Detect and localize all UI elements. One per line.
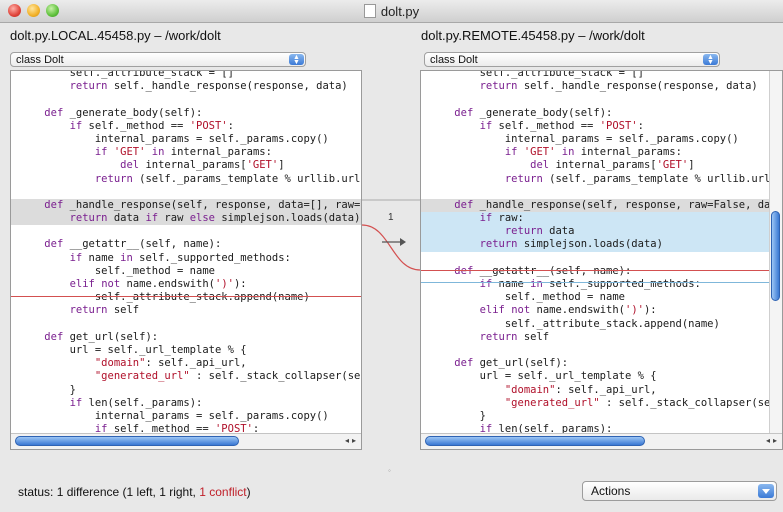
left-code-line[interactable]: if name in self._supported_methods: <box>11 252 361 265</box>
right-code-line[interactable] <box>421 186 782 199</box>
right-code-line[interactable]: "generated_url" : self._stack_collapser(… <box>421 397 782 410</box>
left-code-line[interactable] <box>11 186 361 199</box>
right-scope-value: class Dolt <box>430 54 478 66</box>
left-code-line[interactable]: def __getattr__(self, name): <box>11 238 361 251</box>
right-code-line[interactable]: return (self._params_template % urllib.u… <box>421 173 782 186</box>
right-hscroll-arrows[interactable]: ◂▸ <box>766 436 780 445</box>
left-code-line[interactable] <box>11 318 361 331</box>
right-code-pane[interactable]: self._attribute_stack = [] return self._… <box>420 70 783 450</box>
left-code-pane[interactable]: self._attribute_stack = [] return self._… <box>10 70 362 450</box>
status-bar: status: 1 difference (1 left, 1 right, 1… <box>18 485 251 499</box>
right-hscroll-thumb[interactable] <box>425 436 645 446</box>
left-file-label: dolt.py.LOCAL.45458.py – /work/dolt <box>10 28 221 43</box>
left-scope-stepper-icon[interactable]: ▲ ▼ <box>289 54 304 66</box>
right-code-line[interactable]: if name in self._supported_methods: <box>421 278 782 291</box>
right-scope-stepper-icon[interactable]: ▲ ▼ <box>703 54 718 66</box>
chevron-down-icon[interactable] <box>758 484 774 498</box>
right-code-line[interactable] <box>421 344 782 357</box>
right-code-line[interactable]: url = self._url_template % { <box>421 370 782 383</box>
right-code-line[interactable]: } <box>421 410 782 423</box>
left-code-line[interactable]: return data if raw else simplejson.loads… <box>11 212 361 226</box>
status-summary: 1 difference (1 left, 1 right, <box>56 485 196 499</box>
left-diff-bottom-line <box>11 296 361 297</box>
right-code-line[interactable]: return self <box>421 331 782 344</box>
left-code-line[interactable]: self._method = name <box>11 265 361 278</box>
left-code-line[interactable]: del internal_params['GET'] <box>11 159 361 172</box>
left-horizontal-scrollbar[interactable]: ◂▸ <box>11 433 361 449</box>
left-code-line[interactable]: def get_url(self): <box>11 331 361 344</box>
diff-connector <box>361 199 421 271</box>
right-code-line[interactable]: self._method = name <box>421 291 782 304</box>
status-conflict: 1 conflict <box>199 485 247 499</box>
left-code-line[interactable]: def _handle_response(self, response, dat… <box>11 198 361 213</box>
right-code-line[interactable]: internal_params = self._params.copy() <box>421 133 782 146</box>
left-code-line[interactable]: return self._handle_response(response, d… <box>11 80 361 93</box>
split-resize-handle[interactable]: ◦ <box>388 466 394 475</box>
right-code-line[interactable]: def _handle_response(self, response, raw… <box>421 198 782 213</box>
left-hscroll-arrows[interactable]: ◂▸ <box>345 436 359 445</box>
right-code-line[interactable] <box>421 252 782 265</box>
right-code-line[interactable]: "domain": self._api_url, <box>421 384 782 397</box>
left-code-line[interactable] <box>11 93 361 106</box>
right-code-line[interactable]: elif not name.endswith(')'): <box>421 304 782 317</box>
right-code-line[interactable]: del internal_params['GET'] <box>421 159 782 172</box>
actions-label: Actions <box>591 484 631 498</box>
right-code-line[interactable]: return self._handle_response(response, d… <box>421 80 782 93</box>
right-diff-mid-line <box>421 282 782 283</box>
diff-gutter: 1 <box>361 70 421 450</box>
right-horizontal-scrollbar[interactable]: ◂▸ <box>421 433 782 449</box>
left-code-line[interactable]: self._attribute_stack = [] <box>11 71 361 80</box>
right-code-line[interactable]: def _generate_body(self): <box>421 107 782 120</box>
left-code-line[interactable]: if self._method == 'POST': <box>11 120 361 133</box>
window-title: dolt.py <box>0 4 783 19</box>
left-code-line[interactable]: internal_params = self._params.copy() <box>11 410 361 423</box>
left-code-line[interactable]: url = self._url_template % { <box>11 344 361 357</box>
right-code-line[interactable]: def get_url(self): <box>421 357 782 370</box>
left-code-line[interactable] <box>11 225 361 238</box>
left-code-line[interactable]: def _generate_body(self): <box>11 107 361 120</box>
left-code-line[interactable]: } <box>11 384 361 397</box>
right-scope-select[interactable]: class Dolt ▲ ▼ <box>424 52 720 67</box>
difference-number: 1 <box>388 212 394 223</box>
right-code-line[interactable]: if self._method == 'POST': <box>421 120 782 133</box>
right-code-line[interactable]: def __getattr__(self, name): <box>421 265 782 278</box>
left-scope-select[interactable]: class Dolt ▲ ▼ <box>10 52 306 67</box>
window-title-text: dolt.py <box>380 4 420 19</box>
left-code-line[interactable]: "generated_url" : self._stack_collapser(… <box>11 370 361 383</box>
status-prefix: status: <box>18 485 54 499</box>
right-code-line[interactable] <box>421 93 782 106</box>
left-code-view[interactable]: self._attribute_stack = [] return self._… <box>11 71 361 449</box>
right-vscroll-thumb[interactable] <box>771 211 780 301</box>
right-file-label: dolt.py.REMOTE.45458.py – /work/dolt <box>421 28 645 43</box>
right-code-line[interactable]: self._attribute_stack.append(name) <box>421 318 782 331</box>
right-code-line[interactable]: if raw: <box>421 212 782 226</box>
status-suffix: ) <box>246 485 251 499</box>
left-code-line[interactable]: "domain": self._api_url, <box>11 357 361 370</box>
right-code-line[interactable]: return simplejson.loads(data) <box>421 238 782 252</box>
left-scope-value: class Dolt <box>16 54 64 66</box>
right-code-line[interactable]: return data <box>421 225 782 239</box>
left-code-line[interactable]: elif not name.endswith(')'): <box>11 278 361 291</box>
right-diff-top-line <box>421 270 782 271</box>
left-code-line[interactable]: if len(self._params): <box>11 397 361 410</box>
left-hscroll-thumb[interactable] <box>15 436 239 446</box>
right-vertical-scrollbar[interactable] <box>769 71 782 434</box>
right-code-line[interactable]: if 'GET' in internal_params: <box>421 146 782 159</box>
left-code-line[interactable]: internal_params = self._params.copy() <box>11 133 361 146</box>
title-bar: dolt.py <box>0 0 783 23</box>
left-code-line[interactable]: self._attribute_stack.append(name) <box>11 291 361 304</box>
actions-popup[interactable]: Actions <box>582 481 777 501</box>
left-code-line[interactable]: return (self._params_template % urllib.u… <box>11 173 361 186</box>
right-code-line[interactable]: self._attribute_stack = [] <box>421 71 782 80</box>
left-code-line[interactable]: return self <box>11 304 361 317</box>
right-code-view[interactable]: self._attribute_stack = [] return self._… <box>421 71 782 449</box>
left-code-line[interactable]: if 'GET' in internal_params: <box>11 146 361 159</box>
document-icon <box>363 4 376 18</box>
